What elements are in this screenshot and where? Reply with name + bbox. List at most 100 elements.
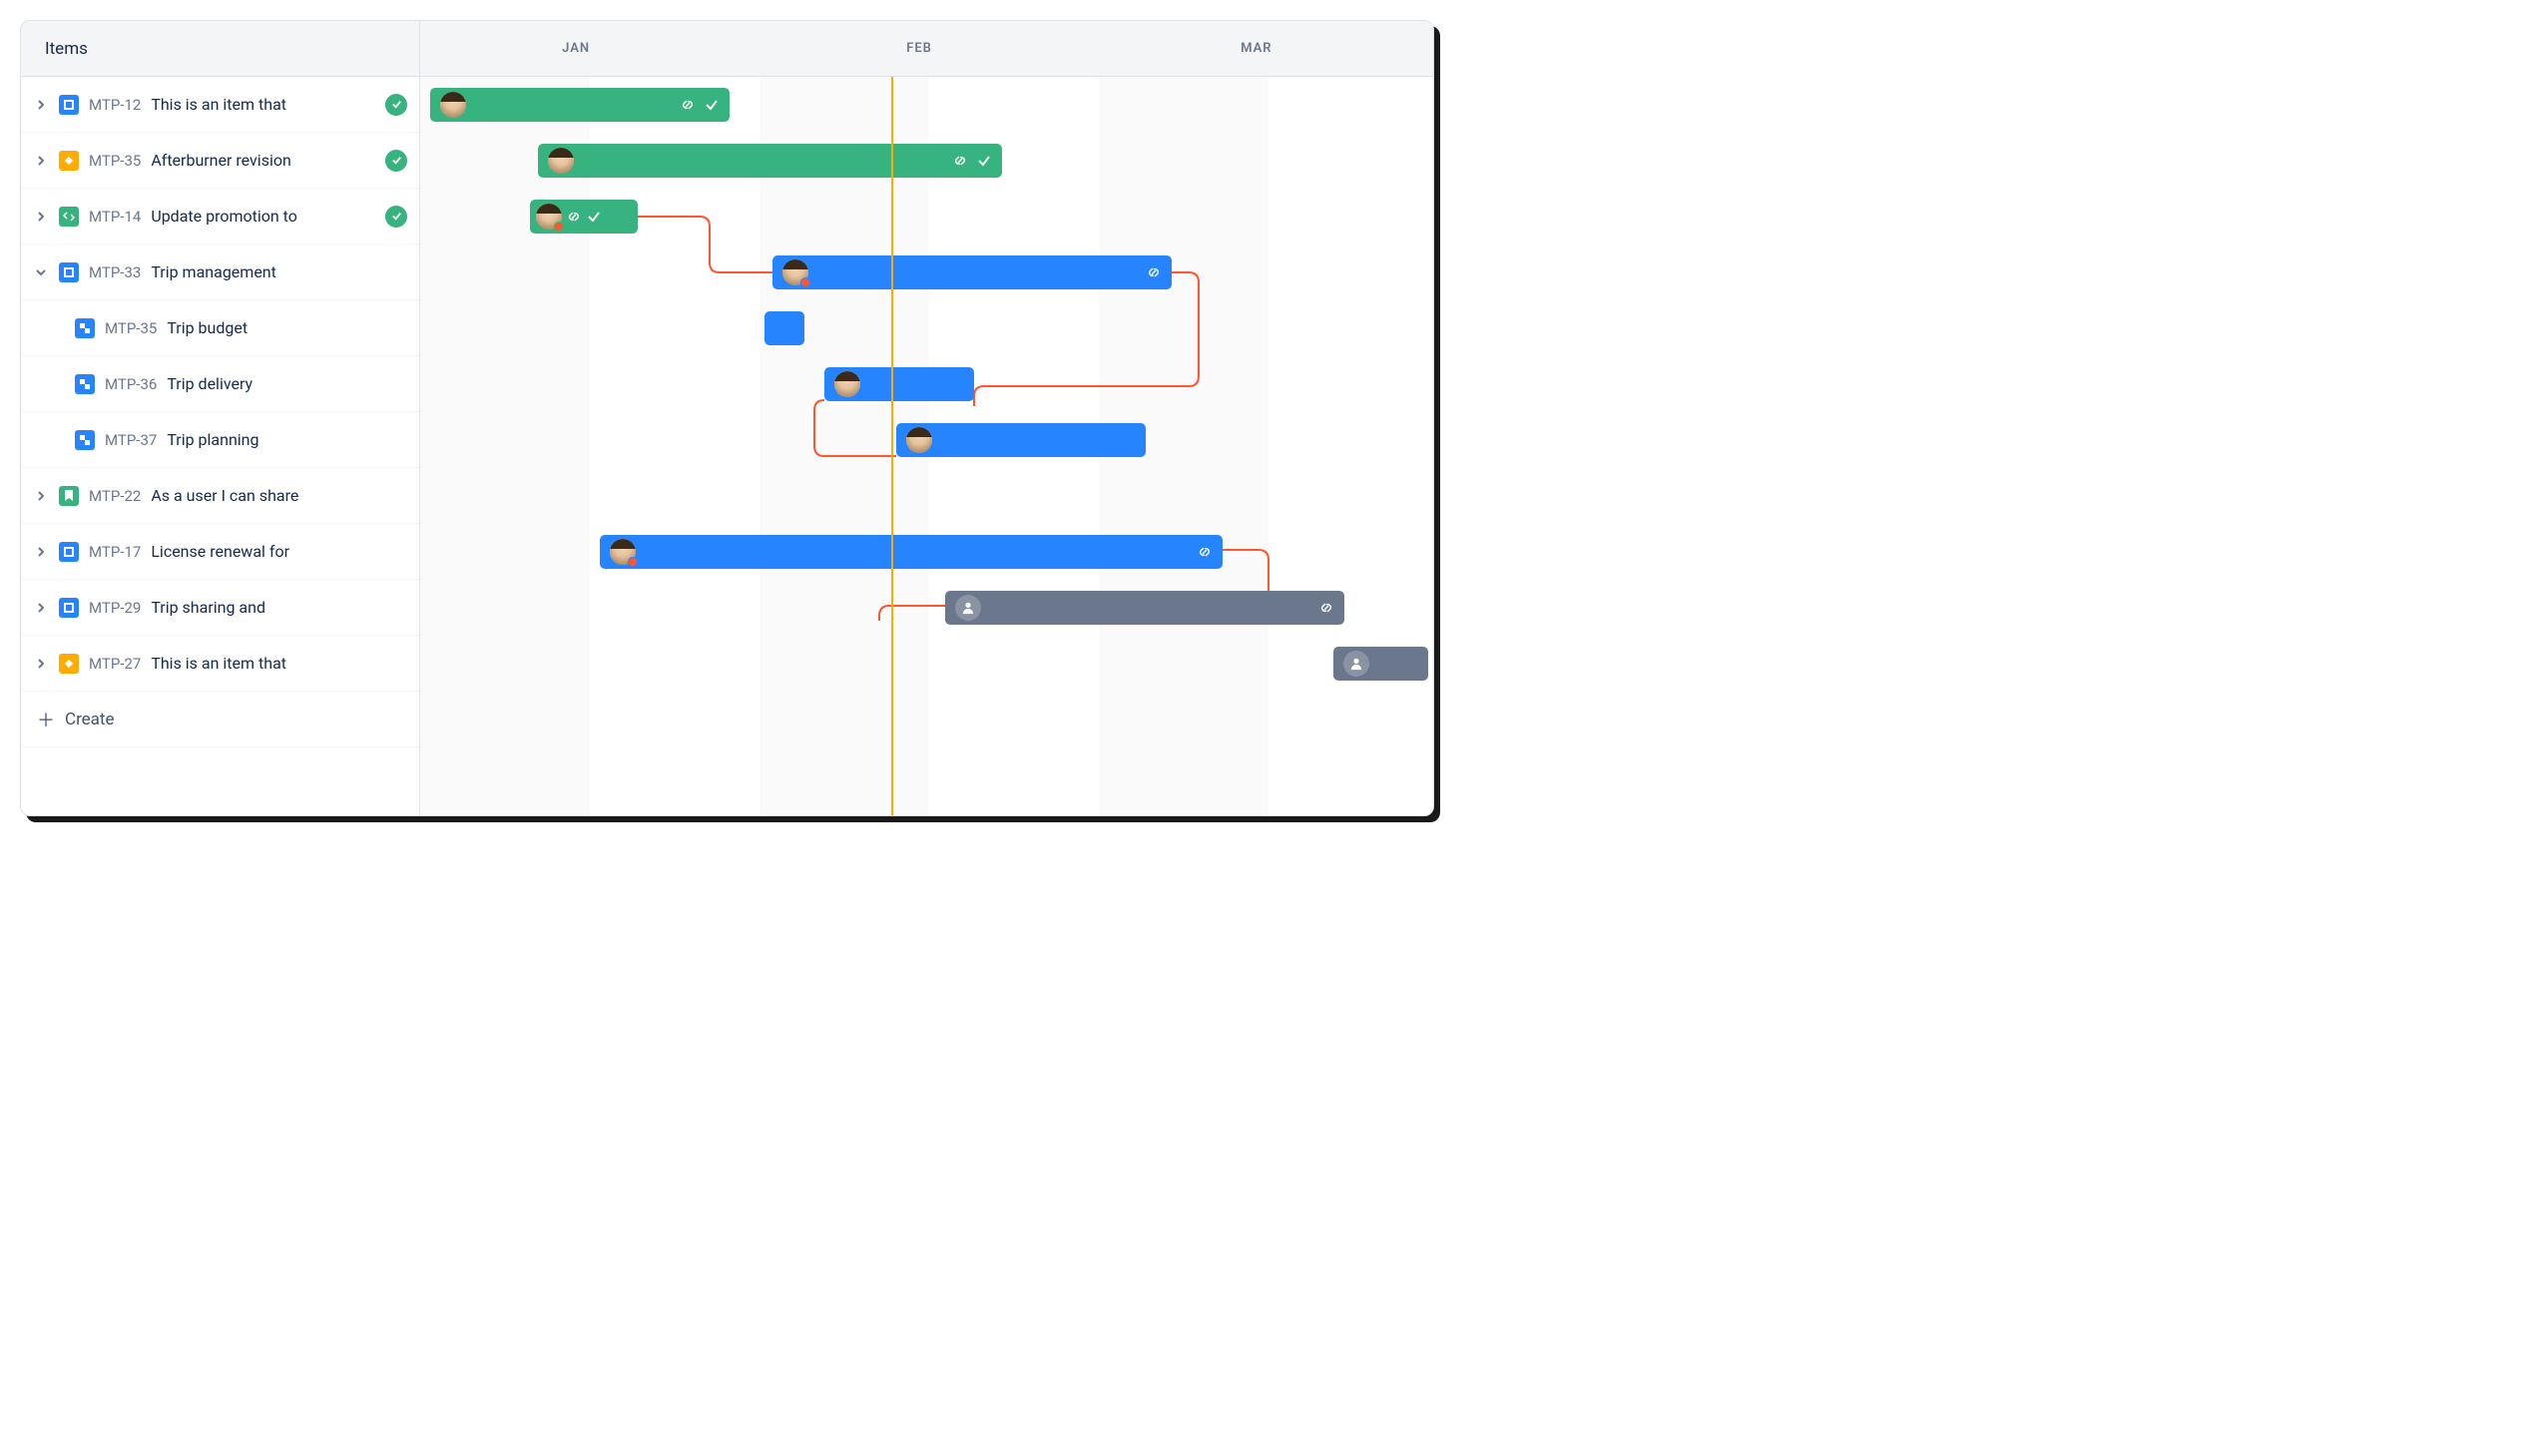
item-title: As a user I can share (151, 486, 419, 505)
item-title: Update promotion to (151, 207, 375, 226)
item-key: MTP-27 (89, 655, 141, 673)
chevron-right-icon[interactable] (33, 600, 49, 616)
item-row[interactable]: MTP-33 Trip management (21, 244, 419, 300)
timeline-row (420, 524, 1433, 580)
timeline-bar[interactable] (772, 255, 1172, 289)
item-row[interactable]: MTP-14 Update promotion to (21, 189, 419, 244)
create-button[interactable]: ＋ Create (21, 692, 419, 747)
item-key: MTP-22 (89, 487, 141, 505)
link-icon (1146, 264, 1162, 280)
check-icon (586, 209, 602, 225)
chevron-right-icon[interactable] (33, 209, 49, 225)
unassigned-avatar-icon (955, 595, 981, 621)
unassigned-avatar-icon (1343, 651, 1369, 677)
link-icon (680, 97, 696, 113)
item-title: Trip planning (167, 430, 419, 449)
item-title: Afterburner revision (151, 151, 375, 170)
chevron-down-icon[interactable] (33, 264, 49, 280)
issue-type-icon (59, 207, 79, 227)
item-key: MTP-35 (89, 152, 141, 170)
timeline-row (420, 356, 1433, 412)
issue-type-icon (59, 95, 79, 115)
link-icon (1197, 544, 1213, 560)
timeline-bar[interactable] (1333, 647, 1428, 681)
items-label: Items (45, 39, 88, 59)
item-title: Trip management (151, 262, 419, 281)
chevron-right-icon[interactable] (33, 97, 49, 113)
item-row[interactable]: MTP-35 Afterburner revision (21, 133, 419, 189)
create-label: Create (65, 710, 115, 729)
chevron-right-icon[interactable] (33, 153, 49, 169)
timeline-bar[interactable] (764, 311, 804, 345)
chevron-right-icon[interactable] (33, 488, 49, 504)
link-icon (1318, 600, 1334, 616)
status-done-icon (385, 150, 407, 172)
item-title: This is an item that (151, 95, 375, 114)
today-marker (891, 77, 893, 815)
timeline-row (420, 636, 1433, 692)
avatar-icon (536, 204, 562, 230)
item-key: MTP-36 (105, 375, 157, 393)
timeline-row (420, 580, 1433, 636)
issue-type-icon (59, 262, 79, 282)
status-done-icon (385, 206, 407, 228)
item-title: This is an item that (151, 654, 419, 673)
item-key: MTP-29 (89, 599, 141, 617)
timeline-row (420, 133, 1433, 189)
issue-type-icon (59, 542, 79, 562)
timeline-bar[interactable] (600, 535, 1223, 569)
timeline-row (420, 300, 1433, 356)
chevron-right-icon[interactable] (33, 544, 49, 560)
item-row[interactable]: MTP-29 Trip sharing and (21, 580, 419, 636)
timeline-bar[interactable] (538, 144, 1002, 178)
item-key: MTP-33 (89, 263, 141, 281)
issue-type-icon (59, 654, 79, 674)
header-row: Items JAN FEB MAR (21, 21, 1433, 77)
month-label: FEB (906, 21, 932, 76)
timeline-bar[interactable] (430, 88, 730, 122)
roadmap-view: Items JAN FEB MAR MTP-12 This is an item… (20, 20, 1434, 816)
item-key: MTP-12 (89, 96, 141, 114)
link-icon (566, 209, 582, 225)
subtask-icon (75, 374, 95, 394)
item-row[interactable]: MTP-27 This is an item that (21, 636, 419, 692)
item-title: Trip budget (167, 318, 419, 337)
link-icon (952, 153, 968, 169)
avatar-icon (548, 148, 574, 174)
check-icon (976, 153, 992, 169)
avatar-icon (906, 427, 932, 453)
avatar-icon (782, 259, 808, 285)
plus-icon: ＋ (37, 707, 55, 732)
issue-type-icon (59, 151, 79, 171)
status-done-icon (385, 94, 407, 116)
timeline-bar[interactable] (530, 200, 638, 234)
items-column-header: Items (21, 21, 420, 76)
items-list: MTP-12 This is an item that MTP-35 After… (21, 77, 420, 815)
avatar-icon (440, 92, 466, 118)
item-row-child[interactable]: MTP-36 Trip delivery (21, 356, 419, 412)
timeline-row (420, 189, 1433, 244)
avatar-icon (610, 539, 636, 565)
timeline-header: JAN FEB MAR (420, 21, 1433, 76)
timeline-bar[interactable] (824, 367, 974, 401)
timeline-row (420, 244, 1433, 300)
check-icon (704, 97, 720, 113)
subtask-icon (75, 318, 95, 338)
item-key: MTP-35 (105, 319, 157, 337)
issue-type-icon (59, 598, 79, 618)
timeline-bar[interactable] (896, 423, 1146, 457)
item-row[interactable]: MTP-12 This is an item that (21, 77, 419, 133)
subtask-icon (75, 430, 95, 450)
item-title: Trip sharing and (151, 598, 419, 617)
item-row[interactable]: MTP-17 License renewal for (21, 524, 419, 580)
chevron-right-icon[interactable] (33, 656, 49, 672)
item-title: Trip delivery (167, 374, 419, 393)
item-row[interactable]: MTP-22 As a user I can share (21, 468, 419, 524)
timeline-bar[interactable] (945, 591, 1344, 625)
timeline-row (420, 77, 1433, 133)
timeline-area[interactable] (420, 77, 1433, 815)
item-row-child[interactable]: MTP-35 Trip budget (21, 300, 419, 356)
item-key: MTP-14 (89, 208, 141, 226)
item-row-child[interactable]: MTP-37 Trip planning (21, 412, 419, 468)
item-title: License renewal for (151, 542, 419, 561)
